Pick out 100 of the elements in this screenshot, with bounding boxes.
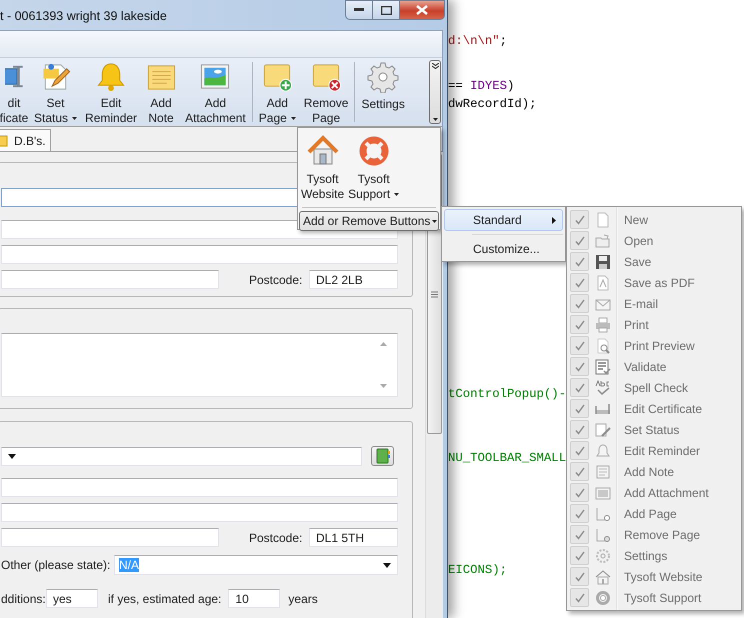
window-title: t - 0061393 wright 39 lakeside [0, 9, 167, 23]
gear-icon [595, 548, 611, 564]
check-icon [574, 298, 584, 308]
maximize-icon [380, 6, 392, 14]
minimize-button[interactable] [345, 0, 373, 20]
folder-icon [0, 134, 8, 146]
check-icon [574, 508, 584, 518]
printer-icon [595, 316, 611, 332]
check-icon [574, 466, 584, 476]
toolbar-button[interactable]: Settings [357, 58, 409, 126]
toolbar-button[interactable]: Add Note [141, 58, 182, 126]
folder-icon [595, 232, 611, 248]
toolbar-button[interactable]: Tysoft Website [299, 129, 346, 202]
dropdown-arrow-icon [383, 562, 391, 568]
spell-check-icon [595, 380, 611, 396]
menu-item[interactable]: Tysoft Website [569, 566, 739, 587]
add-remove-buttons-button[interactable]: Add or Remove Buttons [299, 211, 439, 231]
toolbar-button[interactable]: Set Status [30, 58, 82, 126]
text-field[interactable]: yes [46, 589, 98, 608]
code-line: == IDYES) [448, 78, 514, 94]
house-icon [306, 135, 339, 167]
check-icon [574, 278, 584, 288]
text-field[interactable] [1, 245, 398, 264]
menu-item[interactable]: Add Attachment [569, 482, 739, 503]
check-icon [574, 404, 584, 414]
check-icon [574, 236, 584, 246]
field-label: Other (please state): [1, 558, 112, 572]
text-field[interactable] [1, 528, 219, 547]
code-line: EICONS); [448, 562, 508, 578]
check-icon [574, 382, 584, 392]
menu-item[interactable]: Settings [569, 545, 739, 566]
page-pencil-icon [595, 422, 611, 438]
field-label: dditions: [1, 592, 46, 606]
page-icon [595, 212, 611, 228]
menu-item[interactable]: Open [569, 230, 739, 251]
magnifier-icon [595, 338, 611, 354]
text-field[interactable]: 10 [228, 589, 280, 608]
check-icon [574, 362, 584, 372]
menu-item[interactable]: Print [569, 314, 739, 335]
code-line: dwRecordId); [448, 96, 537, 112]
combo-box[interactable] [1, 446, 362, 466]
dropdown-arrow-icon [8, 454, 16, 458]
check-icon [574, 550, 584, 560]
check-icon [574, 592, 584, 602]
toolbar-button[interactable]: Add Attachment [181, 58, 250, 126]
menu-item[interactable]: Standard [444, 209, 563, 231]
menu-item[interactable]: Set Status [569, 419, 739, 440]
toolbar-button[interactable]: Tysoft Support [346, 129, 402, 202]
code-line: d:\n\n"; [448, 33, 508, 49]
menu-item[interactable]: Print Preview [569, 335, 739, 356]
maximize-button[interactable] [373, 0, 400, 20]
note-icon [595, 464, 611, 480]
menu-item[interactable]: New [569, 209, 739, 230]
toolbar-button[interactable]: Edit Reminder [81, 58, 142, 126]
text-field[interactable] [1, 270, 219, 289]
code-line: NU_TOOLBAR_SMALL [448, 450, 566, 466]
scroll-up-icon [380, 342, 387, 346]
menu-item[interactable]: Add Note [569, 461, 739, 482]
text-field[interactable] [1, 478, 398, 497]
settings-icon [367, 61, 400, 93]
menu-item[interactable]: Save [569, 251, 739, 272]
floppy-icon [595, 254, 611, 270]
menu-item[interactable]: Save as PDF [569, 272, 739, 293]
combo-box[interactable]: N/A [114, 555, 398, 575]
menu-item[interactable]: Edit Reminder [569, 440, 739, 461]
toolbar-button[interactable]: Remove Page [300, 58, 352, 126]
menu-item[interactable]: Customize... [444, 238, 563, 260]
menu-item[interactable]: E-mail [569, 293, 739, 314]
check-icon [574, 530, 584, 540]
menu-item[interactable]: Remove Page [569, 524, 739, 545]
menu-item[interactable]: Edit Certificate [569, 398, 739, 419]
menu-item[interactable]: Validate [569, 356, 739, 377]
check-icon [574, 446, 584, 456]
close-icon [416, 5, 428, 15]
pdf-page-icon [595, 274, 611, 290]
text-field[interactable] [1, 503, 398, 522]
unit-label: years [288, 592, 318, 606]
menu-item[interactable]: Spell Check [569, 377, 739, 398]
check-icon [574, 572, 584, 582]
toolbar-button[interactable]: dit ficate [0, 58, 30, 126]
text-field[interactable]: DL1 5TH [309, 528, 398, 547]
field-label: if yes, estimated age: [108, 592, 222, 606]
toolbar-button[interactable]: Add Page [254, 58, 300, 126]
menu-item[interactable]: Add Page [569, 503, 739, 524]
check-icon [574, 424, 584, 434]
chevron-icon [432, 63, 438, 72]
caret-icon [432, 118, 438, 121]
check-icon [574, 214, 584, 224]
close-button[interactable] [400, 0, 445, 20]
page-plus-icon [595, 506, 611, 522]
text-field[interactable]: DL2 2LB [309, 270, 398, 289]
toolbar-overflow-button[interactable] [429, 60, 441, 124]
address-book-button[interactable] [371, 446, 394, 466]
picture-icon [595, 484, 611, 500]
lifebuoy-icon [358, 135, 390, 167]
tab[interactable]: D.B's. [0, 129, 51, 151]
check-icon [574, 488, 584, 498]
code-line: tControlPopup()- [448, 386, 566, 402]
scroll-down-icon [380, 384, 387, 388]
menu-item[interactable]: Tysoft Support [569, 587, 739, 608]
